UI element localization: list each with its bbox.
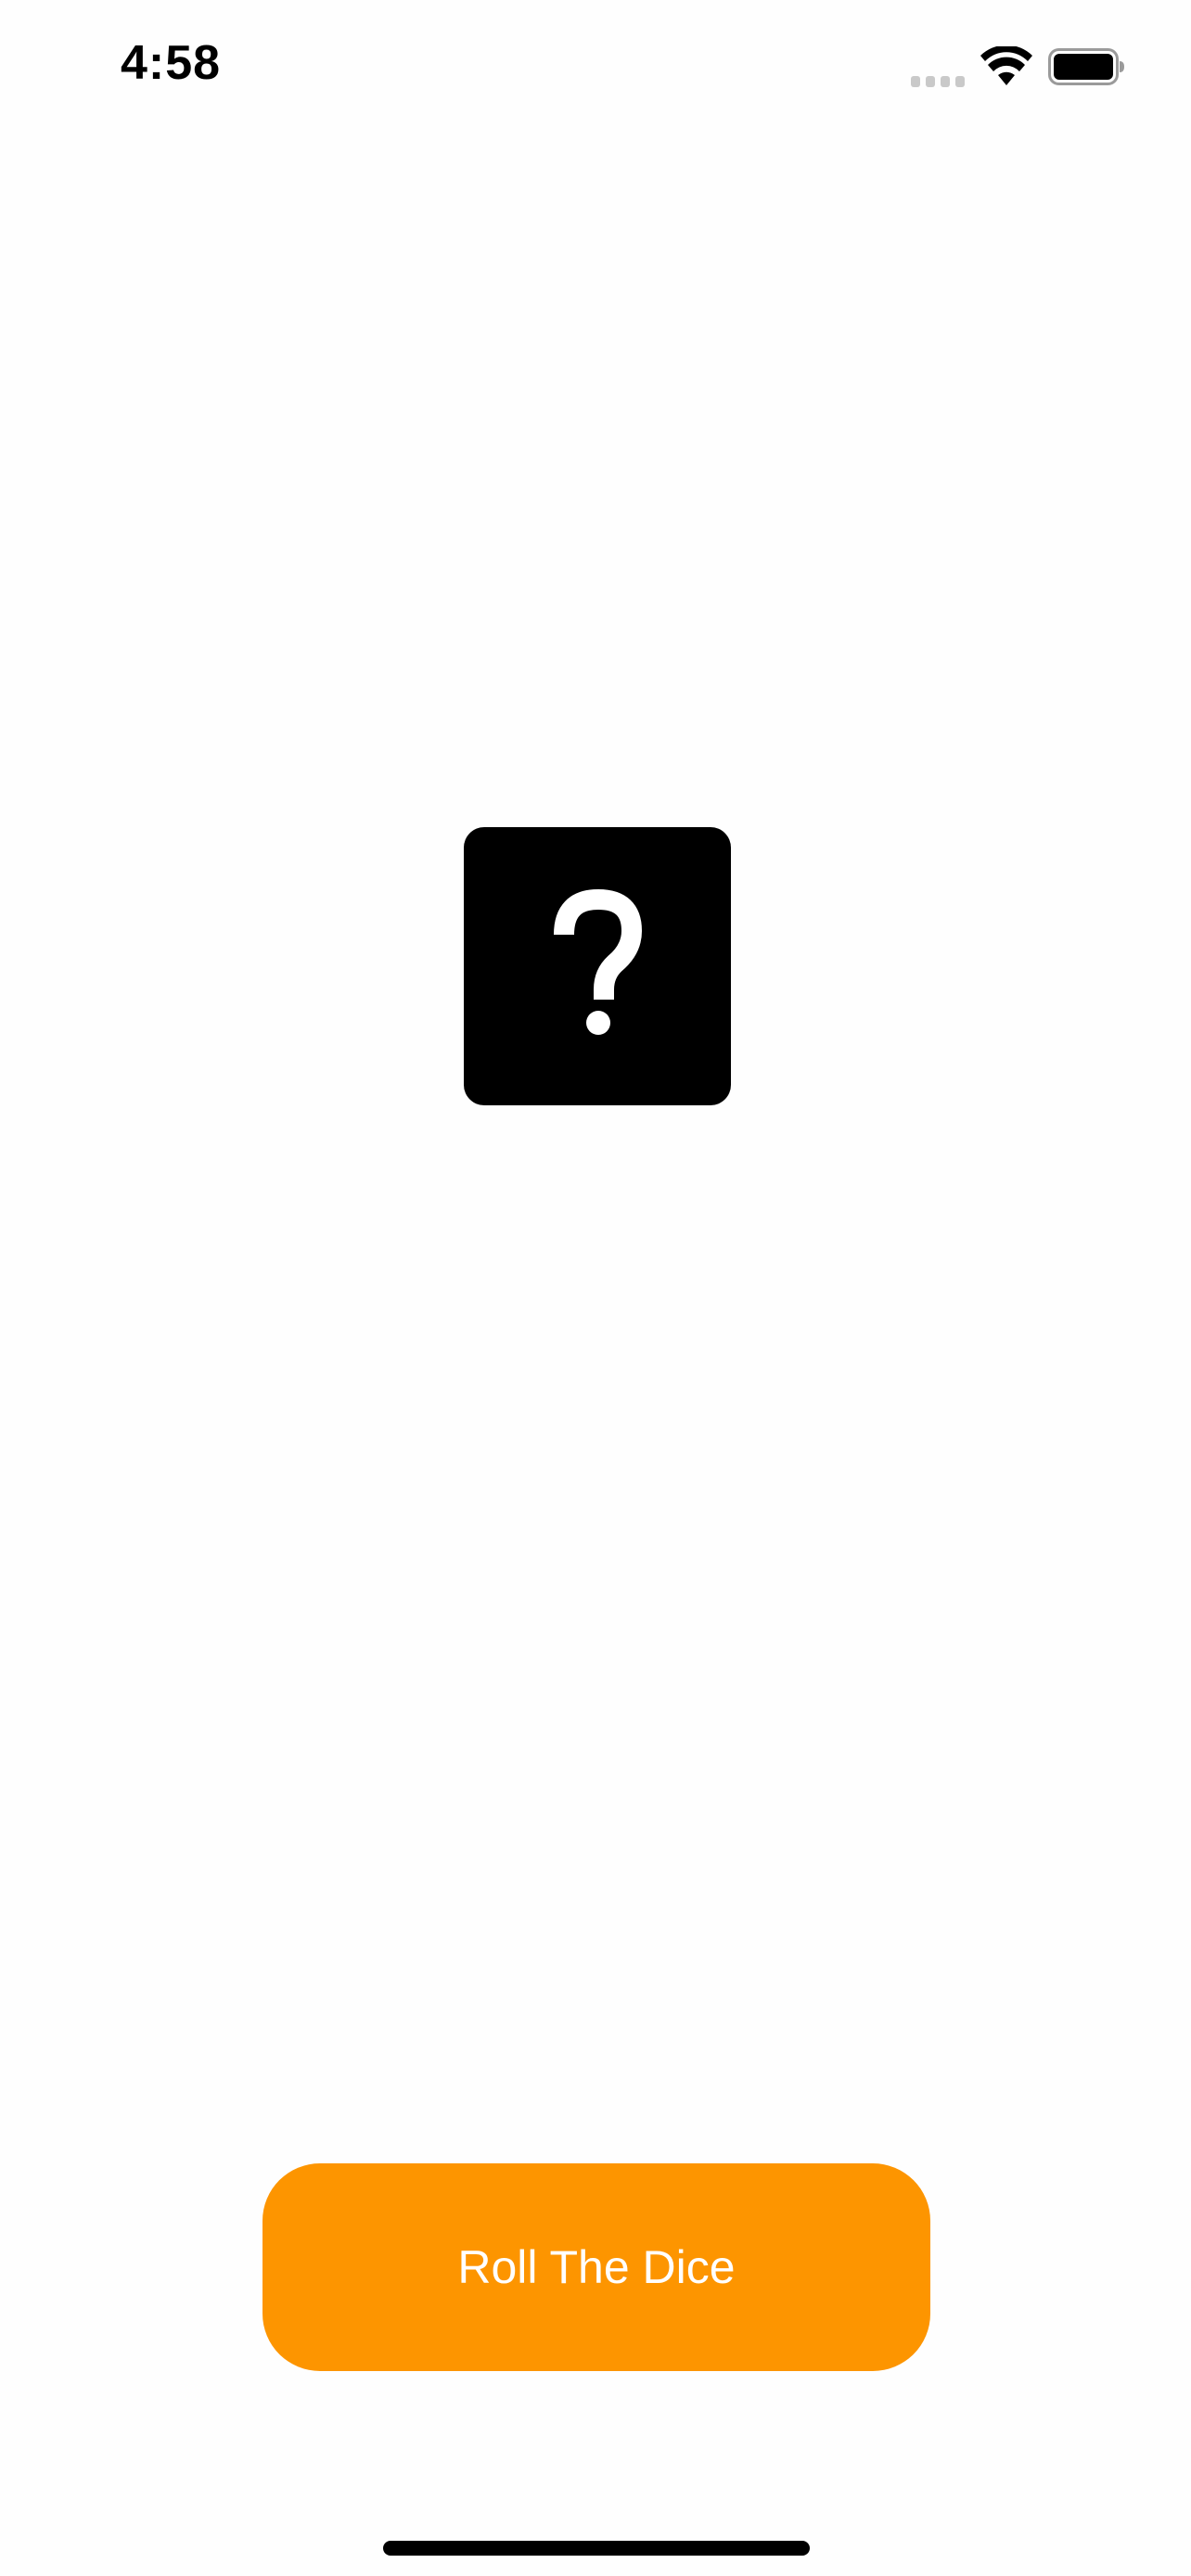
wifi-icon <box>980 46 1032 85</box>
status-time: 4:58 <box>121 36 222 90</box>
status-bar: 4:58 <box>0 0 1191 130</box>
cellular-signal-icon <box>911 74 967 87</box>
battery-icon <box>1048 48 1124 85</box>
question-mark-icon <box>554 889 642 1035</box>
roll-dice-button[interactable]: Roll The Dice <box>263 2163 930 2371</box>
dice-display <box>464 827 731 1105</box>
home-indicator <box>383 2541 810 2556</box>
